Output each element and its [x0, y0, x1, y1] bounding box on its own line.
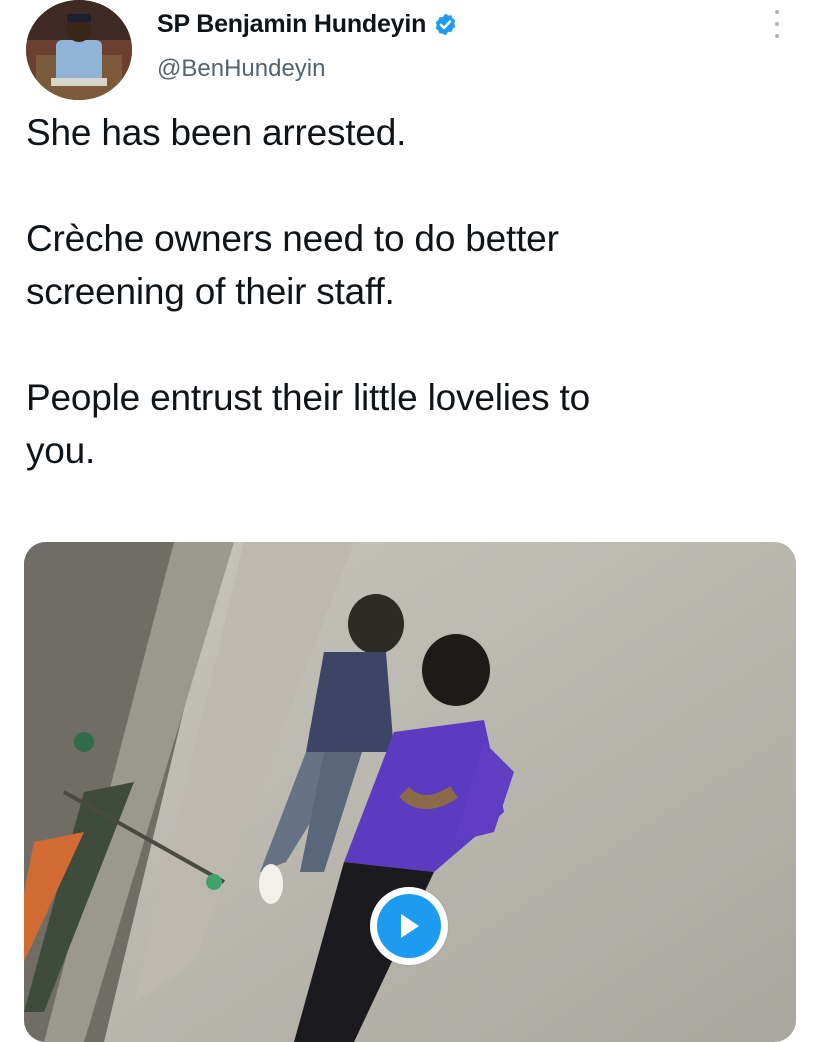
tweet-line: Crèche owners need to do better: [26, 218, 559, 259]
tweet-line: People entrust their little lovelies to: [26, 377, 590, 418]
tweet-line: She has been arrested.: [26, 112, 407, 153]
play-icon: [377, 894, 441, 958]
author-name-row[interactable]: SP Benjamin Hundeyin: [157, 6, 458, 42]
verified-badge-icon: [433, 12, 458, 37]
video-frame: [24, 542, 796, 1042]
tweet-paragraph: She has been arrested.: [26, 106, 796, 159]
more-options-icon[interactable]: [770, 8, 784, 40]
tweet-line: you.: [26, 430, 96, 471]
avatar[interactable]: [26, 0, 132, 100]
author-display-name[interactable]: SP Benjamin Hundeyin: [157, 10, 426, 39]
avatar-photo: [26, 0, 132, 100]
tweet-paragraph: Crèche owners need to do better screenin…: [26, 212, 796, 318]
author-handle[interactable]: @BenHundeyin: [157, 55, 325, 83]
tweet-line: screening of their staff.: [26, 271, 395, 312]
play-button[interactable]: [370, 887, 448, 965]
tweet-text: She has been arrested. Crèche owners nee…: [26, 106, 796, 477]
tweet[interactable]: SP Benjamin Hundeyin @BenHundeyin She ha…: [0, 0, 819, 1042]
video-thumbnail[interactable]: [24, 542, 796, 1042]
tweet-paragraph: People entrust their little lovelies to …: [26, 371, 796, 477]
